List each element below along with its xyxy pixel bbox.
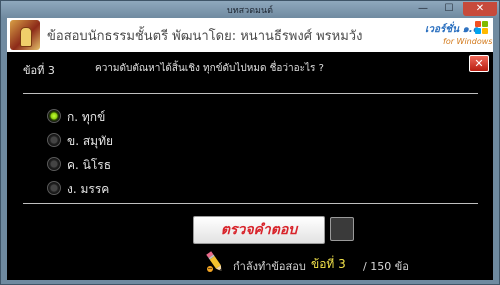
pencil-icon	[206, 251, 222, 272]
option-label: ข. สมุทัย	[67, 134, 114, 148]
question-number: ข้อที่ 3	[23, 64, 55, 77]
windows-flag-icon	[475, 21, 489, 35]
option-label: ก. ทุกข์	[67, 110, 106, 124]
radio-button-selected[interactable]	[47, 109, 61, 123]
divider-top	[23, 93, 478, 94]
app-window: บทสวดมนต์ — ☐ ✕ ข้อสอบนักธรรมชั้นตรี พัฒ…	[0, 0, 500, 285]
radio-button[interactable]	[47, 181, 61, 195]
answer-indicator-box	[330, 217, 354, 241]
version-platform: for Windows	[443, 37, 493, 46]
title-bar: บทสวดมนต์ — ☐ ✕	[1, 1, 499, 18]
header-title: ข้อสอบนักธรรมชั้นตรี พัฒนาโดย: หนานธีรพง…	[47, 29, 363, 44]
temple-logo-icon	[10, 20, 40, 50]
question-panel: ข้อที่ 3 ความดับตัณหาได้สิ้นเชิง ทุกข์ดั…	[7, 52, 493, 280]
divider-bottom	[23, 203, 478, 204]
status-current-question: ข้อที่ 3	[311, 257, 346, 271]
window-close-button[interactable]: ✕	[463, 2, 497, 16]
status-doing-label: กำลังทำข้อสอบ	[233, 260, 306, 273]
minimize-button[interactable]: —	[411, 2, 435, 16]
radio-button[interactable]	[47, 133, 61, 147]
status-total-questions: / 150 ข้อ	[363, 260, 409, 273]
radio-button[interactable]	[47, 157, 61, 171]
check-answer-button[interactable]: ตรวจคำตอบ	[193, 216, 325, 244]
version-badge: เวอร์ชั่น ๑.๐ for Windows	[425, 21, 493, 50]
maximize-button[interactable]: ☐	[437, 2, 461, 16]
question-text: ความดับตัณหาได้สิ้นเชิง ทุกข์ดับไปหมด ชื…	[95, 63, 324, 74]
close-icon[interactable]: ✕	[469, 55, 489, 72]
option-label: ค. นิโรธ	[67, 158, 112, 172]
app-header: ข้อสอบนักธรรมชั้นตรี พัฒนาโดย: หนานธีรพง…	[7, 18, 493, 52]
option-label: ง. มรรค	[67, 182, 110, 196]
version-label: เวอร์ชั่น ๑.๐	[425, 24, 479, 35]
